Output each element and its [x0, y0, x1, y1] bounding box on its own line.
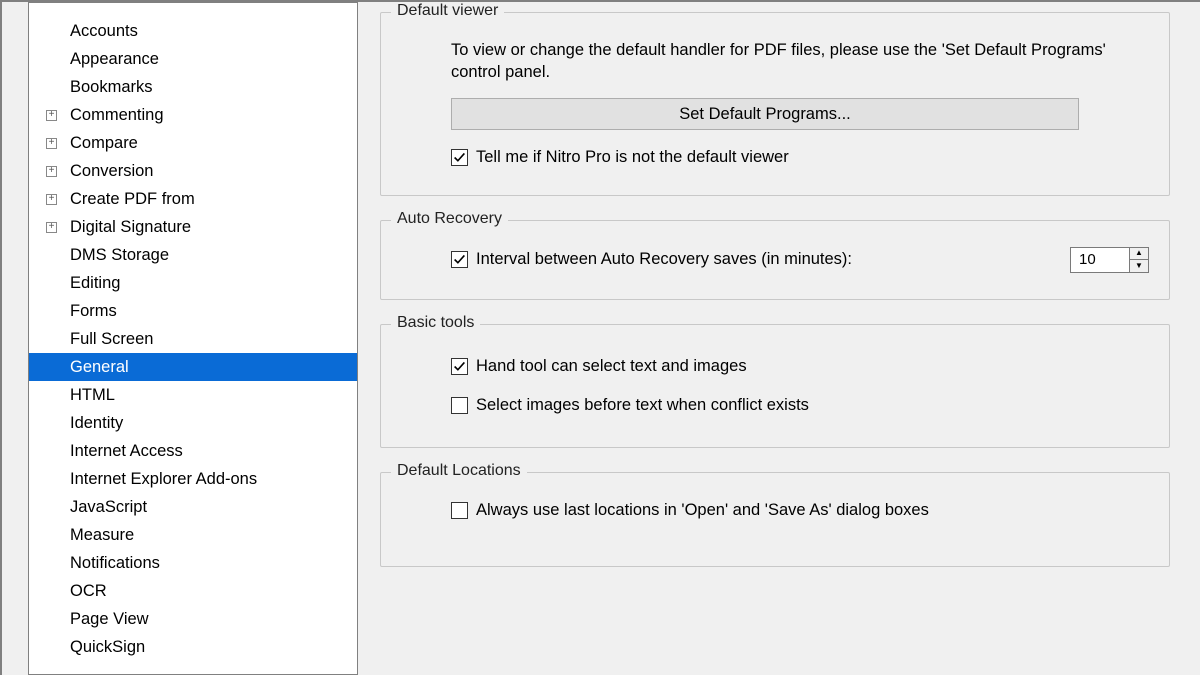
auto-recovery-interval-label: Interval between Auto Recovery saves (in… — [476, 250, 852, 269]
always-use-last-locations-row[interactable]: Always use last locations in 'Open' and … — [451, 501, 1149, 520]
tree-item-label: OCR — [70, 577, 107, 605]
group-title-default-locations: Default Locations — [391, 462, 527, 480]
tree-item-label: Measure — [70, 521, 134, 549]
tree-item-label: Create PDF from — [70, 185, 195, 213]
tree-item-label: HTML — [70, 381, 115, 409]
tree-item[interactable]: Editing — [29, 269, 357, 297]
tree-item-label: Internet Access — [70, 437, 183, 465]
expand-icon[interactable]: + — [46, 194, 57, 205]
tree-item[interactable]: + Digital Signature — [29, 213, 357, 241]
tree-item[interactable]: Notifications — [29, 549, 357, 577]
auto-recovery-interval-checkbox[interactable] — [451, 251, 468, 268]
always-use-last-locations-checkbox[interactable] — [451, 502, 468, 519]
hand-tool-select-checkbox[interactable] — [451, 358, 468, 375]
preferences-window: AccountsAppearanceBookmarks + Commenting + C… — [0, 0, 1200, 675]
tree-item-label: Forms — [70, 297, 117, 325]
tree-item-label: JavaScript — [70, 493, 147, 521]
group-default-viewer: Default viewer To view or change the def… — [380, 12, 1170, 196]
group-auto-recovery: Auto Recovery Interval between Auto Reco… — [380, 220, 1170, 300]
auto-recovery-interval-row[interactable]: Interval between Auto Recovery saves (in… — [451, 250, 852, 269]
auto-recovery-interval-spinner[interactable]: ▲ ▼ — [1070, 247, 1149, 273]
tree-item-label: Internet Explorer Add-ons — [70, 465, 257, 493]
expand-icon[interactable]: + — [46, 222, 57, 233]
auto-recovery-interval-input[interactable] — [1071, 248, 1129, 272]
content-panel: Default viewer To view or change the def… — [358, 2, 1200, 675]
tree-item[interactable]: + Conversion — [29, 157, 357, 185]
tell-me-default-viewer-label: Tell me if Nitro Pro is not the default … — [476, 148, 789, 167]
always-use-last-locations-label: Always use last locations in 'Open' and … — [476, 501, 929, 520]
tree-item-label: Page View — [70, 605, 149, 633]
tree-item[interactable]: Internet Access — [29, 437, 357, 465]
group-default-locations: Default Locations Always use last locati… — [380, 472, 1170, 567]
tree-item[interactable]: Internet Explorer Add-ons — [29, 465, 357, 493]
tree-item[interactable]: + Commenting — [29, 101, 357, 129]
select-images-before-text-label: Select images before text when conflict … — [476, 396, 809, 415]
group-title-auto-recovery: Auto Recovery — [391, 210, 508, 228]
tree-item-label: Commenting — [70, 101, 164, 129]
tree-item[interactable]: + Compare — [29, 129, 357, 157]
tree-item[interactable]: Full Screen — [29, 325, 357, 353]
tell-me-default-viewer-row[interactable]: Tell me if Nitro Pro is not the default … — [451, 148, 1149, 167]
tree-item[interactable]: HTML — [29, 381, 357, 409]
tree-item[interactable]: Accounts — [29, 17, 357, 45]
tree-item[interactable]: Appearance — [29, 45, 357, 73]
expand-icon[interactable]: + — [46, 138, 57, 149]
expand-icon[interactable]: + — [46, 110, 57, 121]
tree-item-label: DMS Storage — [70, 241, 169, 269]
group-title-default-viewer: Default viewer — [391, 2, 504, 20]
tree-item[interactable]: Page View — [29, 605, 357, 633]
tree-item[interactable]: General — [29, 353, 357, 381]
expand-icon[interactable]: + — [46, 166, 57, 177]
tree-item[interactable]: Identity — [29, 409, 357, 437]
set-default-programs-button[interactable]: Set Default Programs... — [451, 98, 1079, 130]
group-title-basic-tools: Basic tools — [391, 314, 480, 332]
hand-tool-select-row[interactable]: Hand tool can select text and images — [451, 357, 1149, 376]
tree-item[interactable]: + Create PDF from — [29, 185, 357, 213]
tree-item-label: General — [70, 353, 129, 381]
tree-item[interactable]: Forms — [29, 297, 357, 325]
tree-item[interactable]: Measure — [29, 521, 357, 549]
tree-item[interactable]: QuickSign — [29, 633, 357, 661]
tree-item[interactable]: Bookmarks — [29, 73, 357, 101]
group-basic-tools: Basic tools Hand tool can select text an… — [380, 324, 1170, 448]
tree-item[interactable]: JavaScript — [29, 493, 357, 521]
tree-item-label: Notifications — [70, 549, 160, 577]
tree-item[interactable]: DMS Storage — [29, 241, 357, 269]
default-viewer-desc: To view or change the default handler fo… — [451, 39, 1149, 84]
tree-item-label: Appearance — [70, 45, 159, 73]
tree-item-label: Accounts — [70, 17, 138, 45]
hand-tool-select-label: Hand tool can select text and images — [476, 357, 747, 376]
tree-item-label: Conversion — [70, 157, 153, 185]
tree-item-label: Compare — [70, 129, 138, 157]
tree-item-label: Full Screen — [70, 325, 153, 353]
select-images-before-text-checkbox[interactable] — [451, 397, 468, 414]
tree-item-label: QuickSign — [70, 633, 145, 661]
category-tree: AccountsAppearanceBookmarks + Commenting + C… — [28, 2, 358, 675]
tree-item-label: Editing — [70, 269, 120, 297]
spinner-down-button[interactable]: ▼ — [1130, 260, 1148, 272]
spinner-up-button[interactable]: ▲ — [1130, 248, 1148, 261]
tell-me-default-viewer-checkbox[interactable] — [451, 149, 468, 166]
tree-item-label: Bookmarks — [70, 73, 153, 101]
tree-item-label: Digital Signature — [70, 213, 191, 241]
tree-item[interactable]: OCR — [29, 577, 357, 605]
tree-item-label: Identity — [70, 409, 123, 437]
select-images-before-text-row[interactable]: Select images before text when conflict … — [451, 396, 1149, 415]
